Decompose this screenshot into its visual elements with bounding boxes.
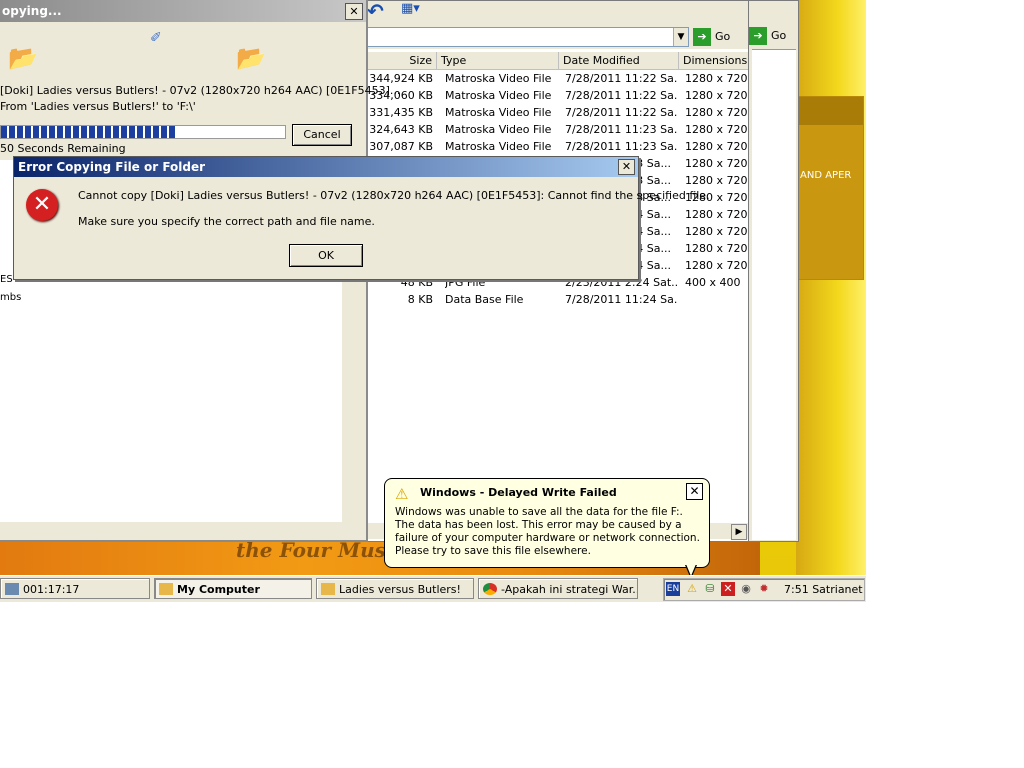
cell-type: Data Base File (445, 293, 524, 306)
copy-progress-fill (1, 126, 178, 138)
antivirus-icon[interactable]: ✕ (721, 582, 735, 596)
chrome-icon (483, 583, 497, 595)
balloon-close-button[interactable]: ✕ (686, 483, 703, 500)
cell-dimensions: 400 x 400 (685, 276, 741, 289)
second-explorer-pane (752, 49, 796, 540)
cell-dimensions: 1280 x 720 (685, 123, 748, 136)
cell-dimensions: 1280 x 720 (685, 242, 748, 255)
cell-dimensions: 1280 x 720 (685, 208, 748, 221)
error-icon: ✕ (26, 189, 58, 221)
copying-close-button[interactable]: ✕ (345, 3, 363, 20)
language-indicator[interactable]: EN (666, 582, 680, 596)
cell-date-modified: 7/28/2011 11:22 Sa... (565, 72, 677, 85)
destination-folder-icon: 📂 (236, 44, 266, 72)
table-row[interactable]: 8 KB Data Base File 7/28/2011 11:24 Sa... (331, 291, 749, 308)
cell-dimensions: 1280 x 720 (685, 72, 748, 85)
copy-progress-bar (0, 125, 286, 139)
notification-balloon[interactable]: ⚠ Windows - Delayed Write Failed ✕ Windo… (384, 478, 710, 579)
cell-type: Matroska Video File (445, 72, 552, 85)
cell-type: Matroska Video File (445, 123, 552, 136)
time-remaining: 50 Seconds Remaining (0, 142, 126, 155)
cell-date-modified: 7/28/2011 11:24 Sa... (565, 293, 677, 306)
cell-dimensions: 1280 x 720 (685, 89, 748, 102)
address-dropdown-icon[interactable]: ▼ (673, 28, 688, 46)
go-arrow-icon: ➔ (749, 27, 767, 45)
folder-icon (321, 583, 335, 595)
cell-dimensions: 1280 x 720 (685, 106, 748, 119)
taskbar-item-my-computer[interactable]: My Computer (154, 578, 312, 599)
column-type[interactable]: Type (437, 52, 559, 69)
cell-type: Matroska Video File (445, 89, 552, 102)
cell-dimensions: 1280 x 720 (685, 259, 748, 272)
column-date-modified[interactable]: Date Modified (559, 52, 679, 69)
copying-title: opying... (0, 0, 366, 22)
wallpaper-right-strip (796, 0, 866, 575)
cell-date-modified: 7/28/2011 11:22 Sa... (565, 106, 677, 119)
error-hint: Make sure you specify the correct path a… (78, 215, 375, 228)
bug-icon[interactable]: ✹ (757, 582, 771, 596)
undo-icon[interactable]: ↶ (367, 0, 384, 23)
safely-remove-icon[interactable]: ⛁ (703, 582, 717, 596)
cell-date-modified: 7/28/2011 11:23 Sa... (565, 140, 677, 153)
ok-button[interactable]: OK (289, 244, 363, 267)
column-dimensions[interactable]: Dimensions (679, 52, 749, 69)
explorer-toolbar: ↶ ▦▾ (331, 0, 749, 25)
folder-icon (159, 583, 173, 595)
copying-file-name: [Doki] Ladies versus Butlers! - 07v2 (12… (0, 84, 401, 97)
balloon-title: Windows - Delayed Write Failed (420, 486, 617, 499)
taskbar-item-ladies-versus-butlers[interactable]: Ladies versus Butlers! (316, 578, 474, 599)
cell-date-modified: 7/28/2011 11:22 Sa... (565, 89, 677, 102)
file-list-header: Size Type Date Modified Dimensions (331, 52, 749, 70)
error-message: Cannot copy [Doki] Ladies versus Butlers… (78, 189, 710, 202)
cell-dimensions (685, 291, 749, 308)
taskbar-item-chrome[interactable]: -Apakah ini strategi War... (478, 578, 638, 599)
error-dialog-title: Error Copying File or Folder (14, 157, 638, 177)
volume-icon[interactable]: ◉ (739, 582, 753, 596)
cell-dimensions: 1280 x 720 (685, 157, 748, 170)
table-row[interactable]: 324,643 KB Matroska Video File 7/28/2011 1… (331, 121, 749, 138)
wallpaper-panel (798, 96, 864, 280)
cell-type: Matroska Video File (445, 106, 552, 119)
table-row[interactable]: 307,087 KB Matroska Video File 7/28/2011 1… (331, 138, 749, 155)
second-explorer-window[interactable]: ➔ Go (748, 0, 799, 542)
taskbar: 001:17:17 My Computer Ladies versus Butl… (0, 575, 866, 602)
cancel-button[interactable]: Cancel (292, 124, 352, 146)
go-arrow-icon: ➔ (693, 28, 711, 46)
go-button[interactable]: ➔ Go (693, 27, 737, 47)
go-button-2[interactable]: ➔ Go (749, 27, 795, 45)
screen: AND APER the Four Mus ↶ ▦▾ ▼ ➔ Go Size Ty… (0, 0, 866, 602)
player-icon (5, 583, 19, 595)
address-bar: ▼ ➔ Go (331, 25, 749, 49)
cell-dimensions: 1280 x 720 (685, 140, 748, 153)
flying-paper-icon: ✐ (150, 30, 162, 46)
error-close-button[interactable]: ✕ (618, 159, 635, 175)
balloon-text: Windows was unable to save all the data … (395, 506, 700, 557)
wallpaper-text: AND APER (800, 170, 852, 181)
cell-type: Matroska Video File (445, 140, 552, 153)
table-row[interactable]: 331,435 KB Matroska Video File 7/28/2011 1… (331, 104, 749, 121)
source-folder-icon: 📂 (8, 44, 38, 72)
error-dialog: Error Copying File or Folder ✕ ✕ Cannot … (13, 156, 710, 280)
taskbar-clock: 7:51 Satrianet (784, 583, 863, 596)
cell-date-modified: 7/28/2011 11:23 Sa... (565, 123, 677, 136)
copying-from-to: From 'Ladies versus Butlers!' to 'F:\' (0, 100, 196, 113)
cell-dimensions: 1280 x 720 (685, 225, 748, 238)
address-input[interactable]: ▼ (361, 27, 689, 47)
system-tray: EN ⚠ ⛁ ✕ ◉ ✹ 7:51 Satrianet (663, 578, 865, 601)
warning-icon: ⚠ (395, 485, 409, 503)
warning-tray-icon[interactable]: ⚠ (685, 582, 699, 596)
list-item[interactable]: mbs (0, 292, 21, 303)
cell-dimensions: 1280 x 720 (685, 174, 748, 187)
scroll-right-icon[interactable]: ▶ (731, 524, 747, 540)
views-icon[interactable]: ▦▾ (401, 1, 431, 21)
taskbar-item-timer[interactable]: 001:17:17 (0, 578, 150, 599)
